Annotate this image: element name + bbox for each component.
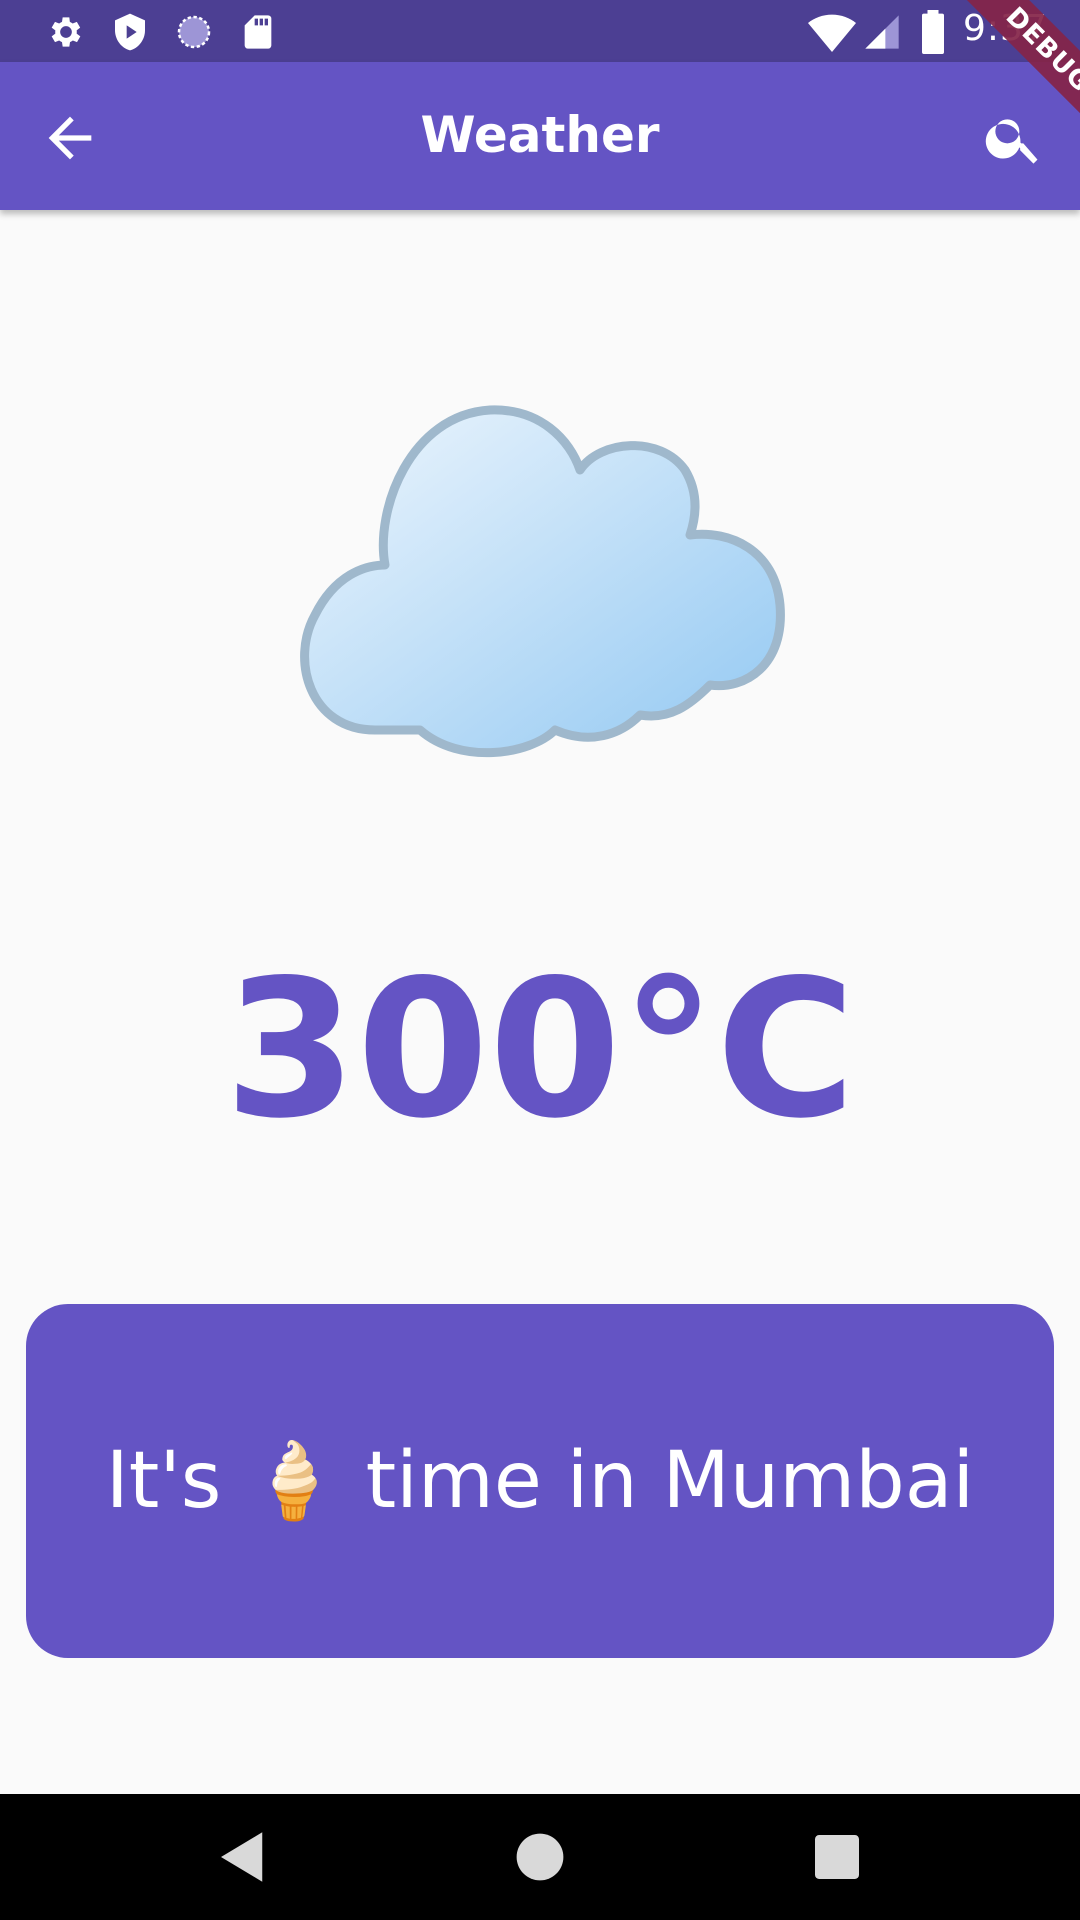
cell-signal-icon [865,15,899,49]
page-title: Weather [420,106,660,164]
search-icon[interactable] [982,106,1046,170]
shield-play-icon [115,13,145,51]
navigation-bar [0,1794,1080,1920]
ice-cream-icon: 🍦 [247,1437,340,1524]
gear-icon [51,17,81,47]
app-bar: Weather [0,62,1080,210]
message-prefix: It's [105,1436,222,1526]
sd-card-icon [244,15,272,49]
back-triangle-icon[interactable] [210,1824,276,1890]
wifi-icon [808,14,856,53]
sync-circle-icon [177,15,211,49]
battery-icon [922,10,944,54]
message-suffix: time in Mumbai [365,1436,975,1526]
status-bar: 9:37 [0,0,1080,62]
home-circle-icon[interactable] [507,1824,573,1890]
weather-message: It's 🍦 time in Mumbai [106,1436,974,1526]
cloud-icon [300,405,785,758]
weather-message-card: It's 🍦 time in Mumbai [26,1304,1054,1658]
temperature-value: 300°C [224,939,856,1160]
recents-square-icon[interactable] [804,1824,870,1890]
